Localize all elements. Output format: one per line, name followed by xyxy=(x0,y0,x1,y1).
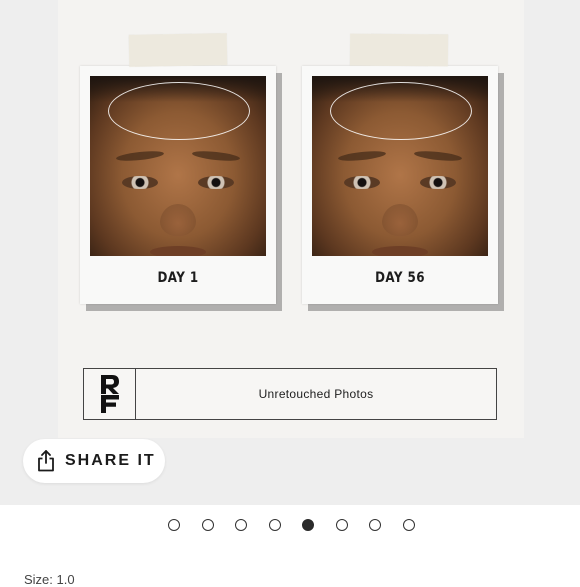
after-caption: DAY 56 xyxy=(375,270,425,286)
carousel-dot[interactable] xyxy=(268,519,281,531)
carousel-dot[interactable] xyxy=(201,519,214,531)
carousel-dot[interactable] xyxy=(302,519,314,531)
share-icon xyxy=(38,450,54,472)
carousel-dot[interactable] xyxy=(402,519,415,531)
tape-strip xyxy=(349,33,449,67)
product-image-panel: DAY 1 DAY 56 Unretouched Photos xyxy=(58,0,524,438)
share-label: SHARE IT xyxy=(65,452,156,469)
carousel-dot[interactable] xyxy=(335,519,348,531)
badge-text: Unretouched Photos xyxy=(258,387,374,401)
after-photo xyxy=(312,76,488,256)
before-photo-card: DAY 1 xyxy=(80,66,276,304)
forehead-highlight-oval xyxy=(330,82,472,140)
unretouched-badge: Unretouched Photos xyxy=(83,368,497,420)
carousel-dot[interactable] xyxy=(235,519,247,531)
tape-strip xyxy=(128,33,228,67)
carousel-dot[interactable] xyxy=(168,519,180,531)
carousel-pagination xyxy=(0,519,580,535)
share-button[interactable]: SHARE IT xyxy=(23,439,165,483)
carousel-dot[interactable] xyxy=(369,519,381,531)
after-photo-card: DAY 56 xyxy=(302,66,498,304)
image-viewer[interactable]: DAY 1 DAY 56 Unretouched Photos xyxy=(0,0,580,505)
before-photo xyxy=(90,76,266,256)
rf-logo xyxy=(84,369,136,419)
forehead-highlight-oval xyxy=(108,82,250,140)
before-caption: DAY 1 xyxy=(157,270,199,286)
